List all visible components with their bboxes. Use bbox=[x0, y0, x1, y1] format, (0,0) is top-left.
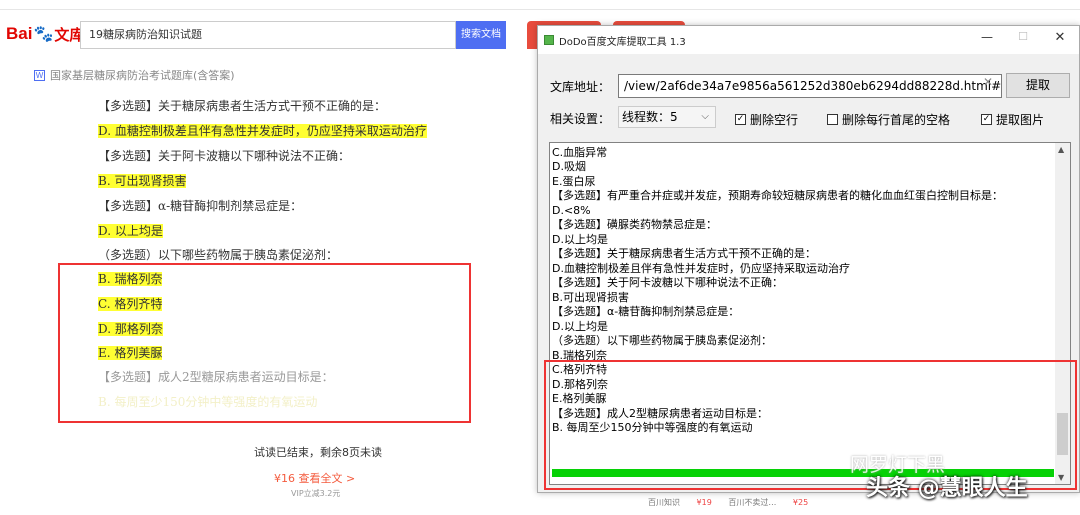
clear-input-icon[interactable]: ✕ bbox=[983, 75, 993, 89]
chevron-down-icon: ⌵ bbox=[701, 111, 709, 122]
doc-line-highlight: B. 可出现肾损害 bbox=[98, 174, 187, 188]
output-line: 【多选题】有严重合并症或并发症，预期寿命较短糖尿病患者的糖化血血红蛋白控制目标是… bbox=[552, 189, 1003, 202]
maximize-button[interactable]: ☐ bbox=[1012, 30, 1034, 43]
url-label: 文库地址： bbox=[550, 80, 611, 94]
doc-line: 【多选题】α-糖苷酶抑制剂禁忌症是： bbox=[98, 199, 303, 213]
output-line: E.蛋白尿 bbox=[552, 175, 596, 188]
extract-button[interactable]: 提取 bbox=[1006, 73, 1070, 98]
output-line: （多选题）以下哪些药物属于胰岛素促泌剂： bbox=[552, 334, 772, 347]
bottom-promo: 百川知识 ¥19 百川不卖过… ¥25 bbox=[648, 497, 822, 508]
window-titlebar[interactable]: DoDo百度文库提取工具 1.3 — ☐ ✕ bbox=[538, 26, 1079, 54]
output-line: D.血糖控制极差且伴有急性并发症时，仍应坚持采取运动治疗 bbox=[552, 262, 850, 275]
app-icon bbox=[544, 35, 554, 45]
promo-item[interactable]: 百川不卖过… bbox=[728, 498, 776, 507]
checkbox-remove-empty-lines[interactable]: ✓ 删除空行 bbox=[735, 111, 798, 128]
checkbox-label: 提取图片 bbox=[996, 113, 1045, 127]
checkbox-unchecked[interactable] bbox=[827, 114, 838, 125]
doc-line: 【多选题】关于糖尿病患者生活方式干预不正确的是： bbox=[98, 99, 387, 113]
checkbox-label: 删除空行 bbox=[750, 113, 799, 127]
promo-price: ¥19 bbox=[696, 498, 712, 507]
promo-item[interactable]: 百川知识 bbox=[648, 498, 680, 507]
output-line: B.可出现肾损害 bbox=[552, 291, 630, 304]
checkbox-checked[interactable]: ✓ bbox=[981, 114, 992, 125]
output-line: D.以上均是 bbox=[552, 233, 608, 246]
minimize-button[interactable]: — bbox=[976, 30, 998, 44]
vip-discount-note: VIP立减3.2元 bbox=[291, 489, 341, 498]
window-title: DoDo百度文库提取工具 1.3 bbox=[559, 36, 686, 48]
close-button[interactable]: ✕ bbox=[1049, 30, 1071, 45]
output-line: 【多选题】α-糖苷酶抑制剂禁忌症是： bbox=[552, 305, 740, 318]
output-line: 【多选题】关于阿卡波糖以下哪种说法不正确： bbox=[552, 276, 783, 289]
promo-price: ¥25 bbox=[792, 498, 809, 507]
paw-icon: 🐾 bbox=[33, 26, 54, 43]
baidu-wenku-logo[interactable]: Bai 🐾 文库 bbox=[6, 20, 84, 48]
doc-line: （多选题）以下哪些药物属于胰岛素促泌剂： bbox=[98, 248, 339, 262]
doc-line: 【多选题】关于阿卡波糖以下哪种说法不正确： bbox=[98, 149, 351, 163]
url-input[interactable]: /view/2af6de34a7e9856a561252d380eb6294dd… bbox=[618, 74, 1002, 98]
checkbox-trim-spaces[interactable]: 删除每行首尾的空格 bbox=[827, 111, 950, 128]
output-line: D.<8% bbox=[552, 204, 591, 217]
output-line: 【多选题】关于糖尿病患者生活方式干预不正确的是： bbox=[552, 247, 816, 260]
view-full-text-link[interactable]: ¥16 查看全文 > bbox=[274, 470, 355, 486]
left-highlight-box bbox=[58, 263, 471, 423]
thread-count-select[interactable]: 线程数：5 ⌵ bbox=[618, 106, 716, 128]
trial-end-notice: 试读已结束，剩余8页未读 bbox=[254, 446, 382, 459]
output-line: C.血脂异常 bbox=[552, 146, 608, 159]
search-button[interactable]: 搜索文档 bbox=[456, 21, 506, 49]
doc-line-highlight: D. 血糖控制极差且伴有急性并发症时，仍应坚持采取运动治疗 bbox=[98, 124, 427, 138]
search-input[interactable]: 19糖尿病防治知识试题 bbox=[80, 21, 456, 49]
watermark-line-2: 头条 @慧眼人生 bbox=[866, 476, 1028, 501]
output-line: 【多选题】磺脲类药物禁忌症是： bbox=[552, 218, 717, 231]
document-title[interactable]: W 国家基层糖尿病防治考试题库(含答案) bbox=[34, 67, 235, 83]
output-line: D.吸烟 bbox=[552, 160, 586, 173]
scroll-up-icon[interactable]: ▲ bbox=[1058, 145, 1064, 154]
checkbox-checked[interactable]: ✓ bbox=[735, 114, 746, 125]
top-divider bbox=[0, 0, 1080, 10]
settings-label: 相关设置： bbox=[550, 112, 611, 126]
thread-count-value: 线程数：5 bbox=[622, 110, 678, 124]
output-line: D.以上均是 bbox=[552, 320, 608, 333]
logo-text-bai: Bai bbox=[6, 24, 33, 43]
checkbox-extract-images[interactable]: ✓ 提取图片 bbox=[981, 111, 1044, 128]
word-doc-icon: W bbox=[34, 69, 45, 81]
doc-line-highlight: D. 以上均是 bbox=[98, 224, 163, 238]
checkbox-label: 删除每行首尾的空格 bbox=[842, 113, 951, 127]
document-title-text: 国家基层糖尿病防治考试题库(含答案) bbox=[50, 69, 235, 82]
